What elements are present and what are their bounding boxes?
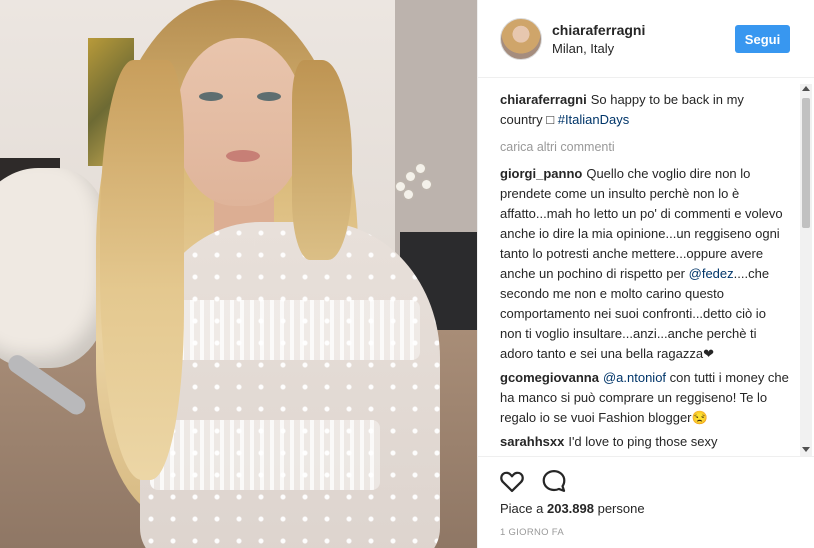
photo-chair	[0, 168, 110, 368]
photo-hair-strand	[100, 60, 184, 480]
likes-prefix: Piace a	[500, 501, 547, 516]
comment-text: Quello che voglio dire non lo prendete c…	[500, 166, 783, 281]
comment-author[interactable]: gcomegiovanna	[500, 370, 599, 385]
post-photo[interactable]	[0, 0, 477, 548]
avatar[interactable]	[500, 18, 542, 60]
post-header: chiaraferragni Milan, Italy Segui	[478, 0, 814, 78]
likes-number: 203.898	[546, 501, 594, 516]
follow-button[interactable]: Segui	[735, 25, 790, 53]
comments-list[interactable]: chiaraferragni So happy to be back in my …	[478, 78, 814, 456]
mention-link[interactable]: @fedez	[689, 266, 734, 281]
photo-flowers	[392, 162, 436, 202]
photo-lace-band	[150, 420, 380, 490]
comment-author[interactable]: sarahhsxx	[500, 434, 564, 449]
comments-content: chiaraferragni So happy to be back in my …	[500, 90, 790, 456]
photo-hair-strand	[292, 60, 352, 260]
photo-eye	[199, 92, 223, 101]
scroll-down-arrow-icon[interactable]	[802, 447, 810, 452]
location-link[interactable]: Milan, Italy	[552, 41, 614, 56]
comment-author[interactable]: giorgi_panno	[500, 166, 582, 181]
comment-item: giorgi_panno Quello che voglio dire non l…	[500, 164, 790, 364]
likes-suffix: persone	[593, 501, 645, 516]
speech-bubble-icon[interactable]	[540, 467, 568, 495]
scrollbar-thumb[interactable]	[802, 98, 810, 228]
comment-item: gcomegiovanna @a.ntoniof con tutti i mone…	[500, 368, 790, 428]
post-actions: Piace a 203.898 persone 1 GIORNO FA	[478, 456, 814, 548]
photo-face	[176, 38, 304, 206]
comment-author[interactable]: chiaraferragni	[500, 92, 587, 107]
comments-scrollbar[interactable]	[800, 84, 812, 456]
photo-lips	[226, 150, 260, 162]
likes-count[interactable]: Piace a 203.898 persone	[500, 501, 645, 516]
photo-eye	[257, 92, 281, 101]
post-timestamp[interactable]: 1 GIORNO FA	[500, 527, 564, 538]
heart-outline-icon[interactable]	[498, 467, 526, 495]
photo-lace-band	[170, 300, 420, 360]
mention-link[interactable]: @a.ntoniof	[603, 370, 666, 385]
post-sidebar: chiaraferragni Milan, Italy Segui chiara…	[477, 0, 814, 548]
scroll-up-arrow-icon[interactable]	[802, 86, 810, 91]
load-more-comments[interactable]: carica altri commenti	[500, 138, 790, 156]
caption: chiaraferragni So happy to be back in my …	[500, 90, 790, 130]
comment-text: I'd love to ping those sexy	[568, 434, 718, 449]
username[interactable]: chiaraferragni	[552, 22, 645, 38]
comment-item: sarahhsxx I'd love to ping those sexy	[500, 432, 790, 452]
hashtag-link[interactable]: #ItalianDays	[558, 112, 630, 127]
photo-lace-dress	[140, 222, 440, 548]
